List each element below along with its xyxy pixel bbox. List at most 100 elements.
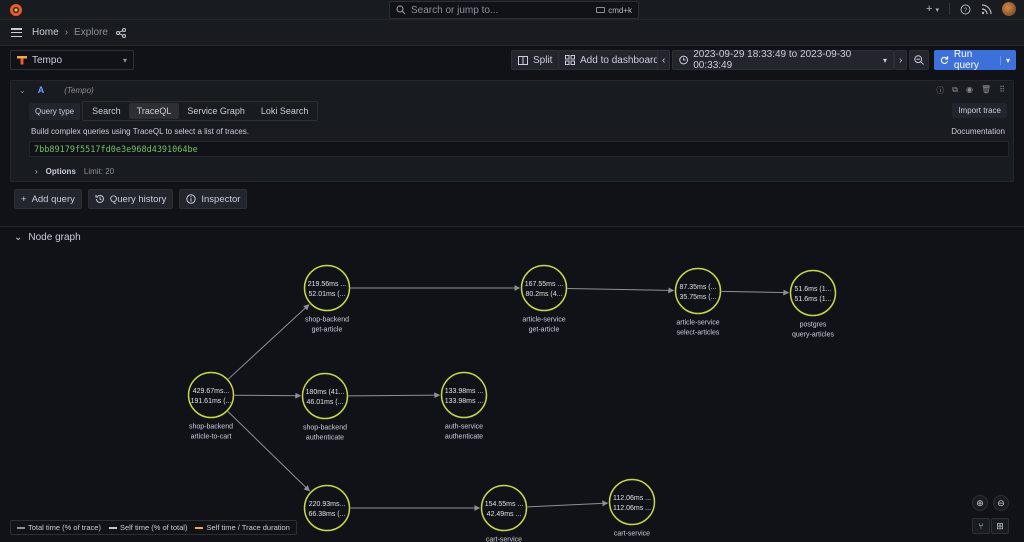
help-icon[interactable]: ⓘ (936, 85, 944, 96)
query-letter[interactable]: A (38, 85, 45, 95)
node-circle[interactable] (674, 267, 722, 315)
grid-view-button[interactable]: ⊞ (991, 518, 1009, 534)
divider (949, 3, 950, 15)
user-avatar[interactable] (1002, 2, 1016, 16)
node-circle[interactable] (301, 372, 349, 420)
node-circle[interactable] (303, 484, 351, 532)
chevron-down-icon[interactable]: ▾ (999, 55, 1010, 65)
time-forward-button[interactable]: › (894, 50, 908, 70)
graph-node[interactable]: 87.35ms (... 35.75ms (... article-service s… (674, 267, 722, 337)
shortcut-hint: cmd+k (596, 6, 632, 15)
query-history-button[interactable]: Query history (87, 189, 174, 209)
zoom-in-icon: ⊕ (976, 497, 984, 508)
trash-icon[interactable]: 🗑 (981, 85, 991, 96)
node-subtitle: get-article (529, 327, 560, 334)
zoom-out-button[interactable]: ⊖ (993, 495, 1009, 511)
node-subtitle: get-article (312, 327, 343, 334)
drag-handle-icon[interactable]: ⠿ (999, 85, 1005, 96)
tempo-logo-icon (17, 56, 27, 65)
query-type-tabs: Search TraceQL Service Graph Loki Search (82, 101, 319, 121)
node-circle[interactable] (440, 371, 488, 419)
graph-edge[interactable] (227, 304, 310, 380)
node-stat-self: 51.6ms (1... (795, 296, 832, 303)
eye-icon[interactable]: ◉ (966, 85, 973, 96)
grafana-logo-icon[interactable] (9, 3, 23, 17)
graph-node[interactable]: 51.6ms (1... 51.6ms (1... postgres query-ar… (789, 269, 837, 339)
documentation-link[interactable]: Documentation (951, 127, 1005, 136)
help-icon[interactable]: ? (960, 4, 971, 15)
query-actions: + Add query Query history Inspector (14, 189, 248, 209)
layout-toggle-button[interactable]: ⑂ (972, 518, 990, 534)
zoom-out-icon: ⊖ (997, 497, 1005, 508)
node-circle[interactable] (303, 264, 351, 312)
legend-item-duration: Self time / Trace duration (195, 523, 290, 532)
options-row[interactable]: › Options Limit: 20 (35, 167, 114, 176)
graph-edge[interactable] (721, 289, 790, 296)
graph-node[interactable]: 133.98ms ... 133.98ms ... auth-service auth… (440, 371, 488, 441)
run-query-button[interactable]: Run query ▾ (934, 49, 1016, 71)
time-back-button[interactable]: ‹ (657, 50, 671, 70)
share-icon[interactable] (115, 27, 126, 38)
legend-item-total: Total time (% of trace) (17, 523, 101, 532)
options-label: Options (45, 167, 76, 176)
limit-text: Limit: 20 (83, 167, 115, 176)
tab-search[interactable]: Search (84, 103, 129, 119)
graph-edge[interactable] (227, 411, 310, 492)
plus-icon: + (925, 3, 933, 15)
graph-node[interactable]: 180ms (41... 46.01ms (... shop-backend auth… (301, 372, 349, 442)
node-circle[interactable] (187, 371, 235, 419)
node-stat-self: 52.01ms (... (309, 291, 346, 298)
graph-node[interactable]: 154.55ms ... 42.49ms ... cart-service (480, 484, 528, 542)
add-to-dashboard-button[interactable]: Add to dashboard (558, 50, 666, 70)
datasource-picker[interactable]: Tempo ▾ (10, 50, 134, 70)
node-stat-self: 46.01ms (... (307, 399, 344, 406)
split-label: Split (533, 54, 553, 66)
zoom-out-time-button[interactable] (909, 50, 929, 70)
menu-icon[interactable] (11, 28, 22, 37)
traceql-query-input[interactable]: 7bb89179f5517fd0e3e968d4391064be (29, 141, 1009, 157)
node-stat-total: 87.35ms (... (680, 284, 717, 291)
query-row-actions: ⓘ ⧉ ◉ 🗑 ⠿ (936, 85, 1005, 96)
graph-edge[interactable] (527, 500, 609, 508)
graph-node[interactable]: 112.06ms ... 112.06ms ... cart-service (608, 478, 656, 538)
node-stat-total: 167.55ms ... (525, 281, 564, 288)
graph-edge[interactable] (348, 392, 441, 399)
node-circle[interactable] (608, 478, 656, 526)
graph-node[interactable]: 220.93ms... 66.38ms (... (303, 484, 351, 532)
breadcrumb-home[interactable]: Home (32, 27, 59, 38)
tab-service-graph[interactable]: Service Graph (179, 103, 253, 119)
run-query-label: Run query (953, 49, 979, 71)
history-icon (95, 194, 104, 203)
top-right-controls: + ▾ ? (926, 2, 1016, 16)
graph-node[interactable]: 219.56ms ... 52.01ms (... shop-backend get-… (303, 264, 351, 334)
add-query-button[interactable]: + Add query (14, 189, 82, 209)
branch-icon: ⑂ (978, 521, 984, 531)
graph-node[interactable]: 429.67ms... 191.61ms (... shop-backend arti… (187, 371, 235, 441)
tab-loki-search[interactable]: Loki Search (253, 103, 317, 119)
split-button[interactable]: Split (511, 50, 560, 70)
time-picker[interactable]: 2023-09-29 18:33:49 to 2023-09-30 00:33:… (672, 49, 894, 71)
new-menu-button[interactable]: + ▾ (926, 3, 939, 15)
node-circle[interactable] (789, 269, 837, 317)
graph-edge[interactable] (234, 392, 302, 399)
import-trace-button[interactable]: Import trace (952, 103, 1007, 118)
node-stat-total: 219.56ms ... (308, 281, 347, 288)
explore-toolbar: Tempo ▾ Split Add to dashboard ‹ 2023-09… (0, 48, 1024, 74)
node-circle[interactable] (520, 264, 568, 312)
node-stat-total: 112.06ms ... (613, 495, 651, 502)
collapse-chevron-icon[interactable]: ⌄ (19, 86, 26, 95)
graph-node[interactable]: 167.55ms ... 80.2ms (4... article-service g… (520, 264, 568, 334)
tab-traceql[interactable]: TraceQL (128, 103, 180, 119)
node-circle[interactable] (480, 484, 528, 532)
add-to-dashboard-label: Add to dashboard (580, 54, 659, 66)
zoom-in-button[interactable]: ⊕ (972, 495, 988, 511)
news-rss-icon[interactable] (981, 3, 992, 15)
keyboard-icon (596, 7, 606, 13)
graph-edge[interactable] (567, 287, 675, 294)
node-graph-canvas[interactable]: 429.67ms... 191.61ms (... shop-backend arti… (0, 227, 1024, 542)
node-graph-header[interactable]: ⌄ Node graph (14, 232, 81, 243)
inspector-button[interactable]: Inspector (179, 189, 248, 209)
search-bar[interactable]: Search or jump to... cmd+k (389, 1, 639, 19)
apps-icon (565, 55, 575, 65)
duplicate-icon[interactable]: ⧉ (952, 85, 958, 96)
